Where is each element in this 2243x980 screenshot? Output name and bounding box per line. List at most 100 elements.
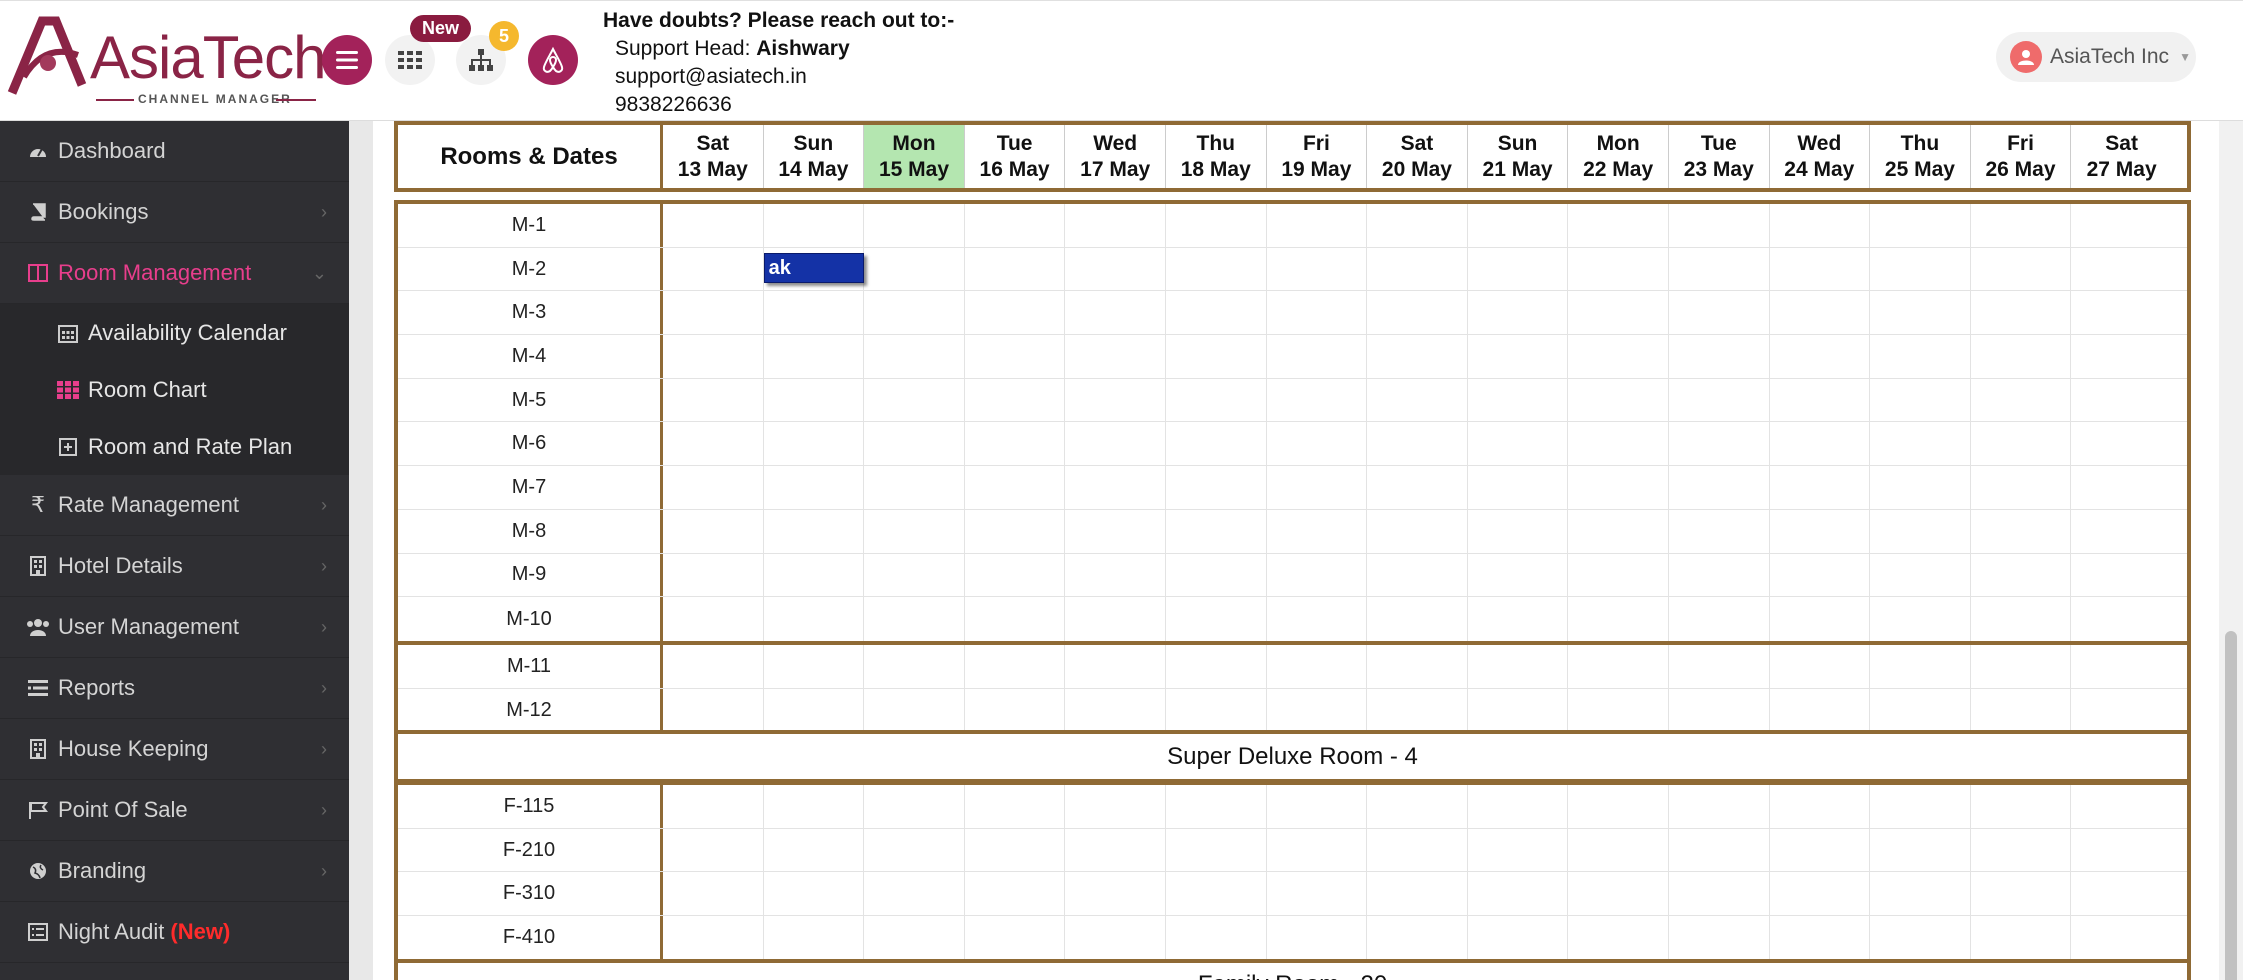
date-cell[interactable]	[1166, 291, 1267, 335]
date-cell[interactable]	[1267, 553, 1368, 597]
date-cell[interactable]	[1367, 872, 1468, 916]
date-cell[interactable]	[1065, 204, 1166, 247]
sidebar-item-branding[interactable]: Branding ›	[0, 841, 349, 902]
scrollbar-thumb[interactable]	[2225, 631, 2237, 980]
date-cell[interactable]	[1971, 553, 2072, 597]
date-cell[interactable]	[1870, 422, 1971, 466]
date-cell[interactable]	[1870, 466, 1971, 509]
date-cell[interactable]	[764, 645, 865, 688]
date-cell[interactable]	[1870, 509, 1971, 553]
sidebar-item-rate-management[interactable]: ₹ Rate Management ›	[0, 475, 349, 536]
date-cell[interactable]	[663, 597, 764, 641]
date-cell[interactable]	[2071, 335, 2172, 378]
date-cell[interactable]	[764, 466, 865, 509]
date-cell[interactable]	[663, 916, 764, 960]
date-cell[interactable]	[1065, 378, 1166, 422]
date-cell[interactable]	[1568, 422, 1669, 466]
date-cell[interactable]	[1267, 916, 1368, 960]
user-menu[interactable]: AsiaTech Inc ▼	[1996, 32, 2196, 82]
date-cell[interactable]	[864, 466, 965, 509]
date-cell[interactable]	[1367, 828, 1468, 872]
date-cell[interactable]	[1870, 597, 1971, 641]
date-cell[interactable]	[764, 509, 865, 553]
date-cell[interactable]	[1267, 335, 1368, 378]
date-cell[interactable]	[1770, 509, 1871, 553]
date-cell[interactable]	[1669, 291, 1770, 335]
date-cell[interactable]	[663, 335, 764, 378]
date-cell[interactable]	[1468, 597, 1569, 641]
date-cell[interactable]	[663, 872, 764, 916]
date-cell[interactable]	[1770, 597, 1871, 641]
date-cell[interactable]	[1468, 872, 1569, 916]
date-cell[interactable]	[864, 872, 965, 916]
date-cell[interactable]	[1267, 872, 1368, 916]
date-cell[interactable]	[663, 291, 764, 335]
date-cell[interactable]	[965, 645, 1066, 688]
sidebar-item-room-chart[interactable]: Room Chart	[0, 361, 349, 418]
date-cell[interactable]	[1166, 645, 1267, 688]
date-cell[interactable]	[663, 378, 764, 422]
date-cell[interactable]	[864, 335, 965, 378]
date-cell[interactable]	[1267, 247, 1368, 291]
date-cell[interactable]	[1669, 509, 1770, 553]
sidebar-item-room-management[interactable]: Room Management ⌄	[0, 243, 349, 304]
date-cell[interactable]	[1971, 785, 2072, 828]
sidebar-item-reports[interactable]: Reports ›	[0, 658, 349, 719]
date-cell[interactable]	[965, 291, 1066, 335]
date-cell[interactable]	[965, 785, 1066, 828]
date-cell[interactable]	[1468, 422, 1569, 466]
date-cell[interactable]	[1669, 916, 1770, 960]
date-cell[interactable]	[1568, 509, 1669, 553]
date-cell[interactable]	[1065, 291, 1166, 335]
date-cell[interactable]	[1669, 247, 1770, 291]
date-cell[interactable]	[1468, 828, 1569, 872]
date-cell[interactable]	[1870, 335, 1971, 378]
date-cell[interactable]	[864, 422, 965, 466]
date-cell[interactable]	[1065, 335, 1166, 378]
date-cell[interactable]	[1367, 204, 1468, 247]
date-cell[interactable]	[1166, 247, 1267, 291]
date-cell[interactable]	[2071, 829, 2172, 872]
date-cell[interactable]	[764, 688, 865, 733]
date-cell[interactable]	[1870, 645, 1971, 688]
date-cell[interactable]	[1468, 645, 1569, 688]
date-cell[interactable]	[2071, 204, 2172, 247]
date-cell[interactable]	[1166, 688, 1267, 733]
date-cell[interactable]	[1367, 785, 1468, 828]
date-cell[interactable]	[1971, 247, 2072, 291]
date-cell[interactable]	[1971, 335, 2072, 378]
date-cell[interactable]	[1367, 378, 1468, 422]
date-cell[interactable]	[764, 291, 865, 335]
date-cell[interactable]	[965, 422, 1066, 466]
date-cell[interactable]	[1065, 688, 1166, 733]
date-cell[interactable]	[1065, 597, 1166, 641]
date-cell[interactable]	[1367, 466, 1468, 509]
date-cell[interactable]	[1267, 597, 1368, 641]
date-cell[interactable]	[1770, 785, 1871, 828]
date-cell[interactable]	[1870, 688, 1971, 733]
sidebar-item-more[interactable]	[0, 963, 349, 980]
date-cell[interactable]	[2071, 645, 2172, 688]
date-cell[interactable]	[864, 828, 965, 872]
date-cell[interactable]	[1568, 204, 1669, 247]
date-cell[interactable]	[1568, 291, 1669, 335]
sidebar-item-bookings[interactable]: Bookings ›	[0, 182, 349, 243]
date-cell[interactable]	[663, 828, 764, 872]
date-cell[interactable]	[1166, 916, 1267, 960]
date-cell[interactable]	[1770, 828, 1871, 872]
date-cell[interactable]	[1065, 828, 1166, 872]
date-cell[interactable]	[1065, 645, 1166, 688]
date-cell[interactable]	[1267, 378, 1368, 422]
date-cell[interactable]	[764, 378, 865, 422]
date-cell[interactable]	[1568, 872, 1669, 916]
date-cell[interactable]	[1669, 204, 1770, 247]
date-cell[interactable]	[1870, 916, 1971, 960]
date-cell[interactable]	[965, 378, 1066, 422]
date-cell[interactable]	[663, 466, 764, 509]
sidebar-item-point-of-sale[interactable]: Point Of Sale ›	[0, 780, 349, 841]
date-cell[interactable]	[2071, 510, 2172, 553]
date-cell[interactable]	[2071, 916, 2172, 960]
app-logo[interactable]: AsiaTech CHANNEL MANAGER	[0, 15, 330, 106]
date-cell[interactable]	[1468, 378, 1569, 422]
date-cell[interactable]	[864, 509, 965, 553]
